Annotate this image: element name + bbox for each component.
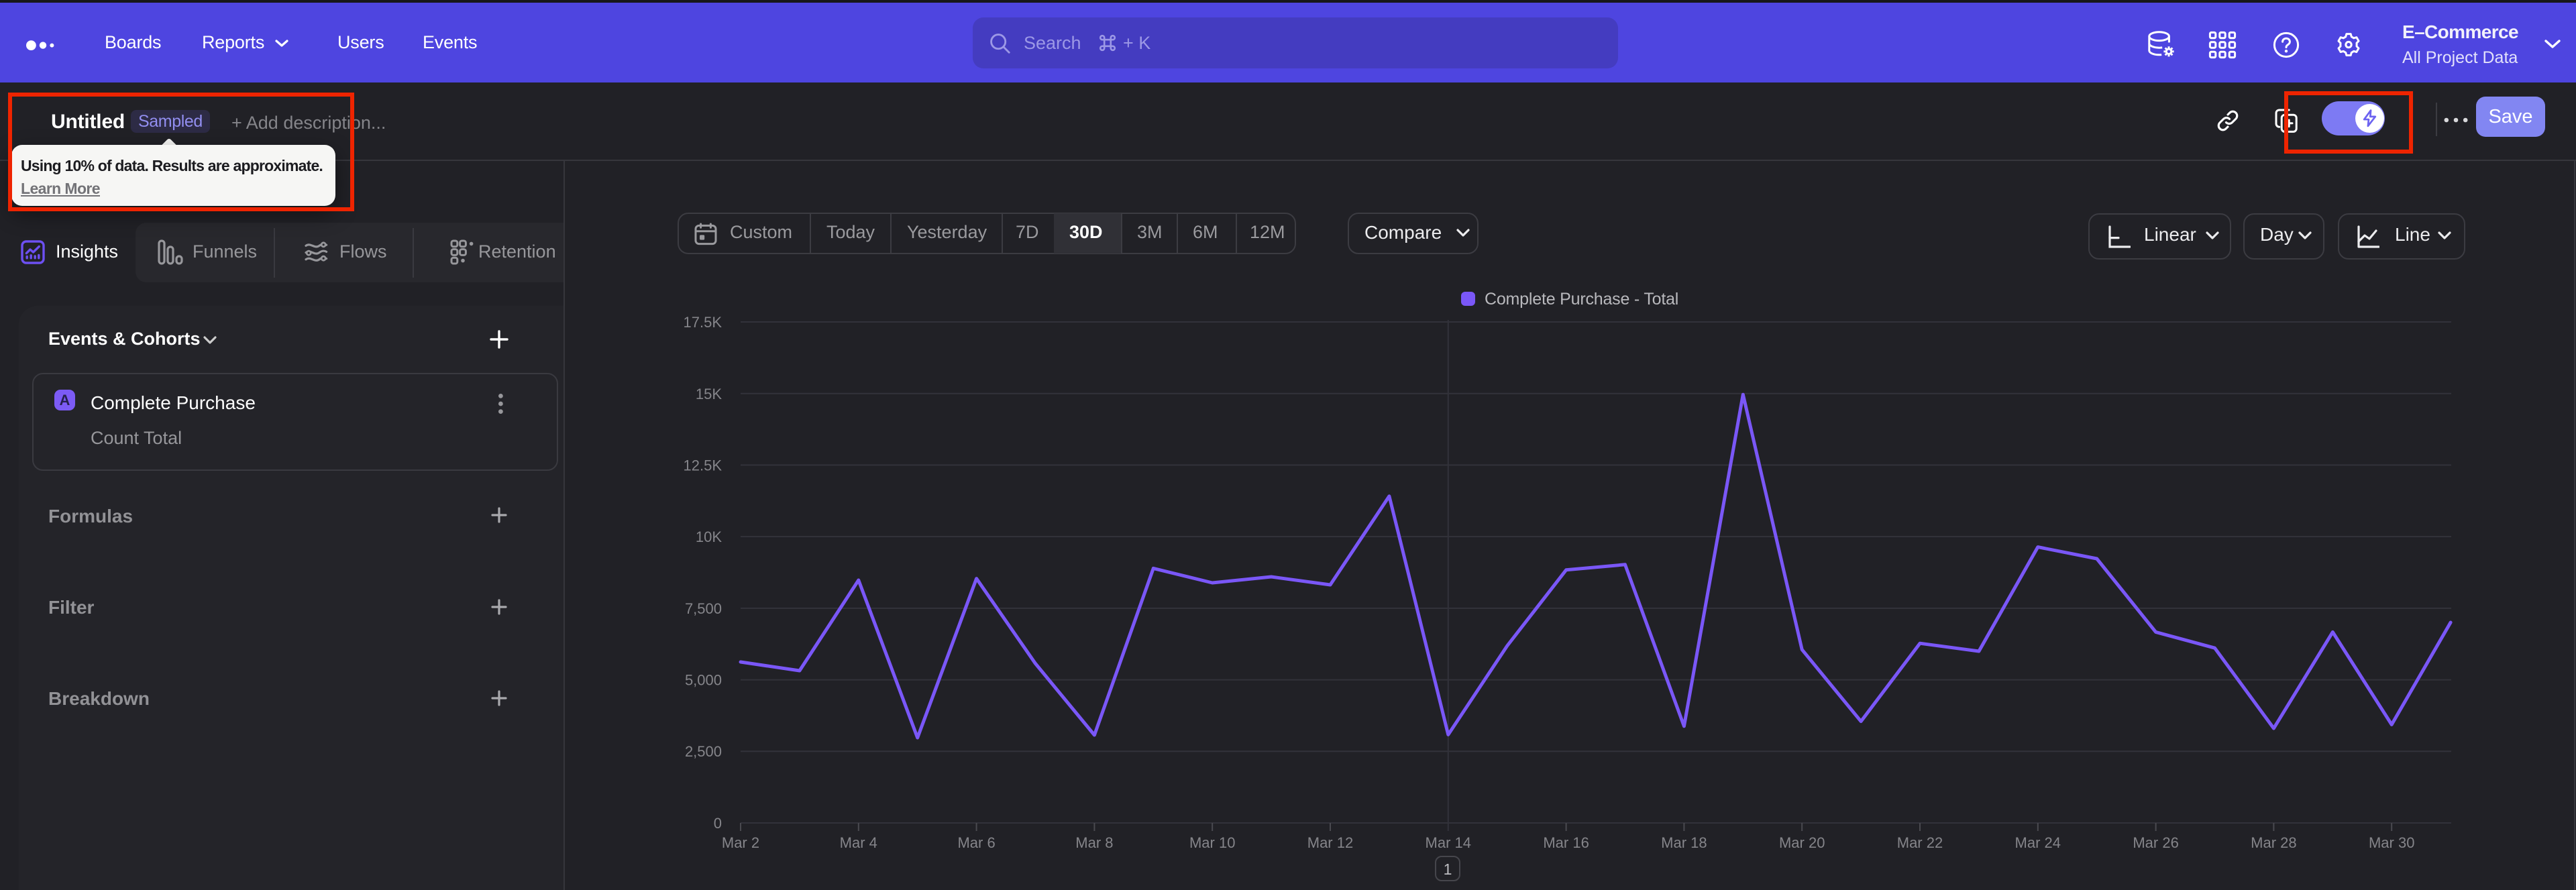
- svg-text:5,000: 5,000: [685, 672, 722, 689]
- svg-text:Mar 24: Mar 24: [2015, 834, 2061, 851]
- svg-text:Mar 8: Mar 8: [1075, 834, 1113, 851]
- svg-text:Mar 16: Mar 16: [1543, 834, 1589, 851]
- svg-text:12.5K: 12.5K: [684, 457, 722, 474]
- svg-text:7,500: 7,500: [685, 600, 722, 617]
- svg-text:Mar 4: Mar 4: [840, 834, 877, 851]
- svg-text:15K: 15K: [696, 386, 722, 402]
- svg-text:2,500: 2,500: [685, 743, 722, 760]
- svg-text:Mar 26: Mar 26: [2133, 834, 2178, 851]
- svg-text:Mar 18: Mar 18: [1661, 834, 1707, 851]
- svg-text:Mar 22: Mar 22: [1897, 834, 1943, 851]
- svg-text:Mar 10: Mar 10: [1189, 834, 1235, 851]
- svg-text:Mar 2: Mar 2: [722, 834, 759, 851]
- svg-text:Mar 20: Mar 20: [1779, 834, 1825, 851]
- svg-text:17.5K: 17.5K: [684, 314, 722, 331]
- svg-text:Mar 12: Mar 12: [1307, 834, 1353, 851]
- svg-text:0: 0: [714, 815, 722, 832]
- svg-text:Mar 14: Mar 14: [1426, 834, 1471, 851]
- svg-text:10K: 10K: [696, 529, 722, 545]
- svg-text:Mar 30: Mar 30: [2369, 834, 2414, 851]
- svg-text:Mar 28: Mar 28: [2251, 834, 2296, 851]
- svg-text:Mar 6: Mar 6: [957, 834, 995, 851]
